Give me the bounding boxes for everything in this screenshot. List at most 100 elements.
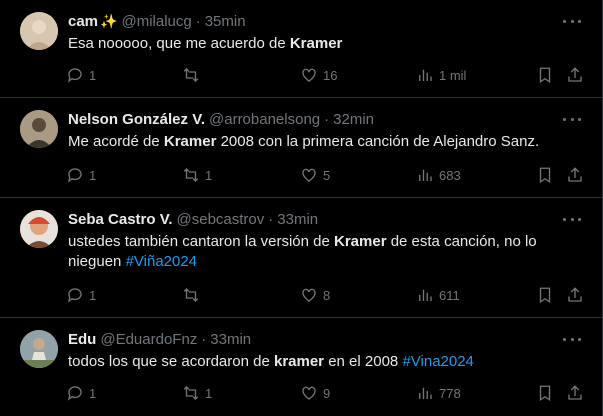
separator-dot: · (324, 110, 330, 128)
analytics-icon (419, 289, 432, 301)
bookmark-icon (539, 287, 551, 304)
share-button[interactable] (566, 383, 584, 403)
bookmark-icon (539, 167, 551, 184)
timestamp[interactable]: 32min (333, 111, 374, 128)
retweet-button[interactable] (182, 65, 205, 85)
retweet-button[interactable]: 1 (182, 383, 212, 403)
bookmark-button[interactable] (536, 165, 554, 185)
heart-icon (302, 68, 316, 82)
tweet[interactable]: cam ✨ @milalucg · 35min Esa nooooo, que … (0, 0, 603, 98)
highlighted-term: Kramer (289, 35, 343, 52)
views-button[interactable]: 1 mil (416, 65, 466, 85)
view-count: 778 (439, 385, 461, 401)
like-button[interactable]: 5 (300, 165, 330, 185)
tweet-feed: cam ✨ @milalucg · 35min Esa nooooo, que … (0, 0, 603, 416)
reply-button[interactable]: 1 (66, 65, 96, 85)
analytics-icon (419, 69, 432, 81)
avatar[interactable] (20, 210, 58, 248)
analytics-icon (419, 169, 432, 181)
tweet-header: Seba Castro V. @sebcastrov · 33min (68, 210, 318, 228)
analytics-icon (419, 387, 432, 399)
action-bar: 1 1 5 683 (66, 165, 586, 185)
reply-button[interactable]: 1 (66, 383, 96, 403)
share-icon (568, 167, 582, 182)
separator-dot: · (268, 210, 274, 228)
action-bar: 1 8 611 (66, 285, 586, 305)
author-handle[interactable]: @milalucg (121, 13, 191, 30)
action-bar: 1 16 1 mil (66, 65, 586, 85)
view-count: 1 mil (439, 67, 467, 83)
hashtag-link[interactable]: #Viña2024 (126, 253, 197, 270)
avatar[interactable] (20, 330, 58, 368)
tweet-header: Edu @EduardoFnz · 33min (68, 330, 251, 348)
tweet[interactable]: Seba Castro V. @sebcastrov · 33min usted… (0, 198, 603, 318)
bookmark-icon (539, 67, 551, 84)
tweet-header: Nelson González V. @arrobanelsong · 32mi… (68, 110, 374, 128)
reply-button[interactable]: 1 (66, 285, 96, 305)
retweet-button[interactable] (182, 285, 205, 305)
bookmark-icon (539, 385, 551, 402)
retweet-icon (183, 168, 199, 182)
text-segment: todos los que se acordaron de (68, 353, 274, 370)
retweet-icon (183, 288, 199, 302)
like-button[interactable]: 8 (300, 285, 330, 305)
tweet[interactable]: Nelson González V. @arrobanelsong · 32mi… (0, 98, 603, 198)
views-button[interactable]: 611 (416, 285, 460, 305)
share-icon (568, 67, 582, 82)
retweet-button[interactable]: 1 (182, 165, 212, 185)
view-count: 611 (439, 287, 460, 303)
text-segment: Esa nooooo, que me acuerdo de (68, 35, 290, 52)
reply-icon (67, 168, 82, 183)
timestamp[interactable]: 33min (277, 211, 318, 228)
bookmark-button[interactable] (536, 65, 554, 85)
more-options-icon[interactable] (563, 212, 581, 226)
heart-icon (302, 168, 316, 182)
share-button[interactable] (566, 165, 584, 185)
author-name[interactable]: cam (68, 13, 98, 30)
timestamp[interactable]: 35min (205, 13, 246, 30)
more-options-icon[interactable] (563, 332, 581, 346)
author-name[interactable]: Edu (68, 331, 96, 348)
views-button[interactable]: 778 (416, 383, 461, 403)
tweet-text: ustedes también cantaron la versión de K… (68, 232, 578, 272)
highlighted-term: Kramer (163, 133, 217, 150)
tweet[interactable]: Edu @EduardoFnz · 33min todos los que se… (0, 318, 603, 416)
text-segment: 2008 con la primera canción de Alejandro… (216, 133, 540, 150)
like-button[interactable]: 16 (300, 65, 337, 85)
avatar[interactable] (20, 12, 58, 50)
reply-count: 1 (89, 287, 97, 303)
bookmark-button[interactable] (536, 285, 554, 305)
like-button[interactable]: 9 (300, 383, 330, 403)
retweet-icon (183, 386, 199, 400)
author-name[interactable]: Nelson González V. (68, 111, 205, 128)
text-segment: ustedes también cantaron la versión de (68, 233, 334, 250)
text-segment: en el 2008 (324, 353, 403, 370)
timestamp[interactable]: 33min (210, 331, 251, 348)
author-handle[interactable]: @arrobanelsong (209, 111, 320, 128)
more-options-icon[interactable] (563, 112, 581, 126)
text-segment: Me acordé de (68, 133, 164, 150)
reply-icon (67, 68, 82, 83)
more-options-icon[interactable] (563, 14, 581, 28)
tweet-header: cam ✨ @milalucg · 35min (68, 12, 246, 30)
views-button[interactable]: 683 (416, 165, 461, 185)
share-button[interactable] (566, 285, 584, 305)
bookmark-button[interactable] (536, 383, 554, 403)
like-count: 8 (323, 287, 331, 303)
separator-dot: · (201, 330, 207, 348)
author-handle[interactable]: @EduardoFnz (100, 331, 197, 348)
heart-icon (302, 288, 316, 302)
reply-count: 1 (89, 167, 97, 183)
tweet-text: Esa nooooo, que me acuerdo de Kramer (68, 34, 578, 54)
avatar[interactable] (20, 110, 58, 148)
reply-icon (67, 386, 82, 401)
like-count: 16 (323, 67, 338, 83)
author-name[interactable]: Seba Castro V. (68, 211, 173, 228)
hashtag-link[interactable]: #Vina2024 (402, 353, 473, 370)
tweet-text: todos los que se acordaron de kramer en … (68, 352, 578, 372)
share-button[interactable] (566, 65, 584, 85)
reply-button[interactable]: 1 (66, 165, 96, 185)
separator-dot: · (195, 12, 201, 30)
reply-count: 1 (89, 67, 97, 83)
author-handle[interactable]: @sebcastrov (177, 211, 265, 228)
